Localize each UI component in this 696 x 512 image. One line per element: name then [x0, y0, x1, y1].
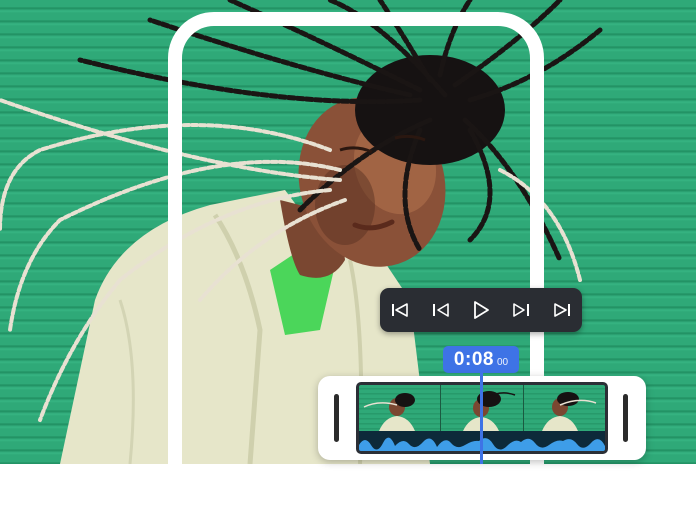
timecode-main: 0:08: [453, 349, 494, 370]
play-icon: [474, 301, 489, 319]
timecode-frames: 00: [496, 357, 509, 368]
clip-thumbnail: [522, 385, 605, 431]
trim-handle-left[interactable]: [334, 394, 339, 442]
step-forward-button[interactable]: [507, 296, 535, 324]
step-back-button[interactable]: [427, 296, 455, 324]
play-button[interactable]: [467, 296, 495, 324]
skip-to-start-button[interactable]: [386, 296, 414, 324]
trim-handle-right[interactable]: [623, 394, 628, 442]
skip-end-icon: [553, 303, 570, 317]
step-back-icon: [432, 303, 449, 317]
playhead[interactable]: [480, 368, 483, 464]
playback-controls: [380, 288, 582, 332]
clip-thumbnail: [359, 385, 441, 431]
skip-to-end-button[interactable]: [548, 296, 576, 324]
step-forward-icon: [513, 303, 530, 317]
skip-start-icon: [392, 303, 408, 317]
